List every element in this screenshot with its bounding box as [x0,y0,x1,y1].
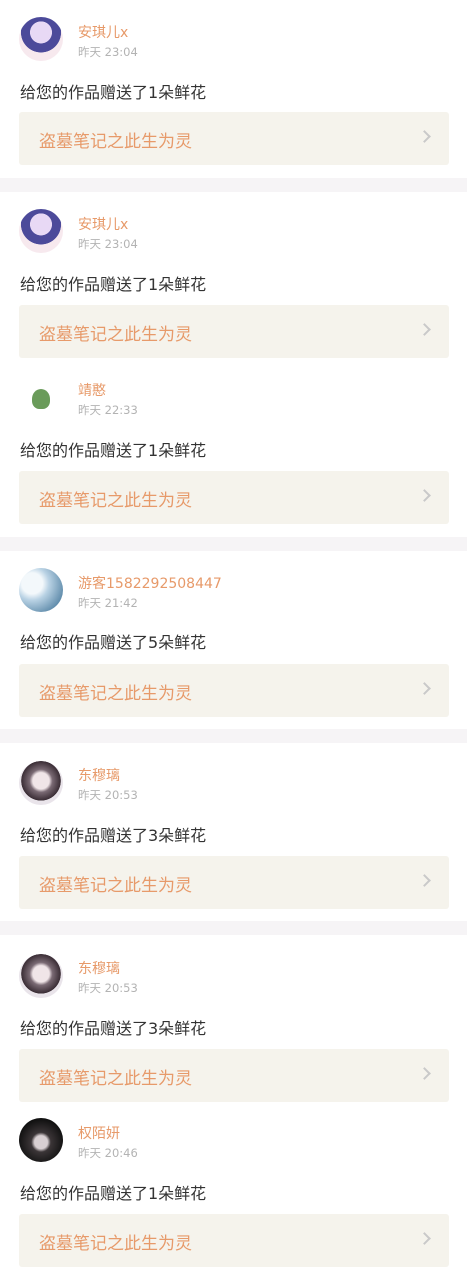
section-divider [0,921,467,935]
gift-notification-item: 安琪儿x 昨天 23:04 给您的作品赠送了1朵鲜花 盗墓笔记之此生为灵 [0,192,467,359]
work-title: 盗墓笔记之此生为灵 [39,491,192,511]
username[interactable]: 靖憨 [78,380,106,400]
username[interactable]: 权陌妍 [78,1123,120,1143]
gift-message: 给您的作品赠送了3朵鲜花 [20,826,207,845]
user-avatar[interactable] [19,954,63,998]
user-avatar[interactable] [19,209,63,253]
gift-message: 给您的作品赠送了5朵鲜花 [20,633,207,652]
timestamp: 昨天 23:04 [78,237,138,251]
work-link-card[interactable]: 盗墓笔记之此生为灵 [19,305,449,358]
gift-notification-feed: 安琪儿x 昨天 23:04 给您的作品赠送了1朵鲜花 盗墓笔记之此生为灵 安琪儿… [0,0,467,1280]
work-title: 盗墓笔记之此生为灵 [39,876,192,896]
username[interactable]: 游客1582292508447 [78,573,222,593]
work-title: 盗墓笔记之此生为灵 [39,1069,192,1089]
green-blob-icon [32,389,50,409]
gift-message: 给您的作品赠送了3朵鲜花 [20,1019,207,1038]
section-divider [0,537,467,551]
work-link-card[interactable]: 盗墓笔记之此生为灵 [19,1049,449,1102]
gift-notification-item: 东穆璃 昨天 20:53 给您的作品赠送了3朵鲜花 盗墓笔记之此生为灵 [0,743,467,921]
work-title: 盗墓笔记之此生为灵 [39,1234,192,1254]
timestamp: 昨天 20:53 [78,788,138,802]
gift-notification-item: 权陌妍 昨天 20:46 给您的作品赠送了1朵鲜花 盗墓笔记之此生为灵 [0,1102,467,1280]
chevron-right-icon [418,323,431,336]
section-divider [0,178,467,192]
user-avatar[interactable] [19,17,63,61]
work-title: 盗墓笔记之此生为灵 [39,684,192,704]
chevron-right-icon [418,130,431,143]
username[interactable]: 安琪儿x [78,214,128,234]
gift-message: 给您的作品赠送了1朵鲜花 [20,83,207,102]
chevron-right-icon [418,682,431,695]
timestamp: 昨天 22:33 [78,403,138,417]
gift-notification-item: 靖憨 昨天 22:33 给您的作品赠送了1朵鲜花 盗墓笔记之此生为灵 [0,359,467,537]
timestamp: 昨天 23:04 [78,45,138,59]
chevron-right-icon [418,874,431,887]
chevron-right-icon [418,489,431,502]
work-link-card[interactable]: 盗墓笔记之此生为灵 [19,471,449,524]
timestamp: 昨天 21:42 [78,596,138,610]
work-link-card[interactable]: 盗墓笔记之此生为灵 [19,112,449,165]
chevron-right-icon [418,1067,431,1080]
chevron-right-icon [418,1232,431,1245]
section-divider [0,729,467,743]
username[interactable]: 东穆璃 [78,765,120,785]
gift-message: 给您的作品赠送了1朵鲜花 [20,1184,207,1203]
timestamp: 昨天 20:46 [78,1146,138,1160]
work-link-card[interactable]: 盗墓笔记之此生为灵 [19,664,449,717]
gift-notification-item: 游客1582292508447 昨天 21:42 给您的作品赠送了5朵鲜花 盗墓… [0,551,467,729]
gift-message: 给您的作品赠送了1朵鲜花 [20,275,207,294]
user-avatar[interactable] [19,377,63,421]
user-avatar[interactable] [19,761,63,805]
gift-notification-item: 安琪儿x 昨天 23:04 给您的作品赠送了1朵鲜花 盗墓笔记之此生为灵 [0,0,467,178]
work-title: 盗墓笔记之此生为灵 [39,132,192,152]
user-avatar[interactable] [19,1118,63,1162]
username[interactable]: 东穆璃 [78,958,120,978]
username[interactable]: 安琪儿x [78,22,128,42]
work-link-card[interactable]: 盗墓笔记之此生为灵 [19,1214,449,1267]
timestamp: 昨天 20:53 [78,981,138,995]
user-avatar[interactable] [19,568,63,612]
work-link-card[interactable]: 盗墓笔记之此生为灵 [19,856,449,909]
gift-message: 给您的作品赠送了1朵鲜花 [20,441,207,460]
gift-notification-item: 东穆璃 昨天 20:53 给您的作品赠送了3朵鲜花 盗墓笔记之此生为灵 [0,935,467,1102]
work-title: 盗墓笔记之此生为灵 [39,325,192,345]
